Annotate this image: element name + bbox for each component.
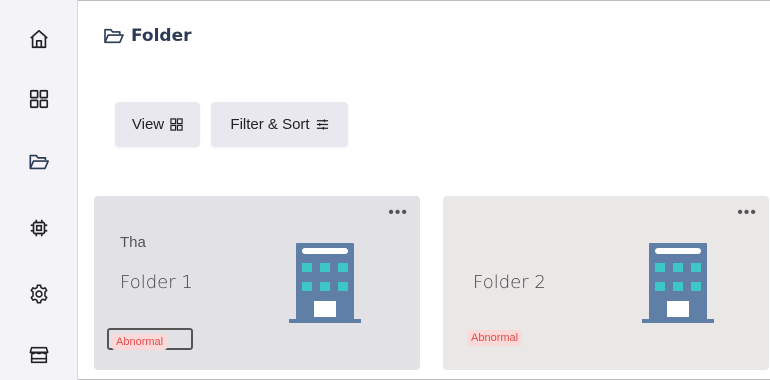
folder-name: Folder 2 xyxy=(473,272,546,293)
status-badge-wrap: Abnormal xyxy=(467,328,523,346)
main-content: Folder View Filter & Sort ••• Tha Folder… xyxy=(79,0,770,380)
home-icon[interactable] xyxy=(27,27,51,51)
building-icon xyxy=(642,243,714,323)
view-button[interactable]: View xyxy=(115,102,200,147)
status-badge-focus[interactable]: Abnormal xyxy=(107,328,193,350)
folder-icon[interactable] xyxy=(27,150,51,174)
more-options-icon[interactable]: ••• xyxy=(388,205,408,221)
folder-subtitle: Tha xyxy=(120,234,146,251)
folder-card[interactable]: ••• Folder 2 Abnormal xyxy=(443,196,769,370)
page-title: Folder xyxy=(131,26,192,46)
status-badge: Abnormal xyxy=(112,334,168,350)
view-button-label: View xyxy=(131,116,165,133)
filter-sort-label: Filter & Sort xyxy=(230,116,310,133)
status-badge: Abnormal xyxy=(467,330,523,346)
filter-sort-button[interactable]: Filter & Sort xyxy=(211,102,348,147)
breadcrumb: Folder xyxy=(103,26,192,46)
grid-icon xyxy=(170,118,183,131)
store-icon[interactable] xyxy=(27,343,51,367)
folder-name: Folder 1 xyxy=(120,272,193,293)
gear-icon[interactable] xyxy=(27,282,51,306)
folder-card[interactable]: ••• Tha Folder 1 Abnormal xyxy=(94,196,420,370)
more-options-icon[interactable]: ••• xyxy=(737,205,757,221)
sliders-icon xyxy=(316,119,328,130)
folder-icon xyxy=(104,28,124,44)
sidebar xyxy=(0,0,78,380)
chip-icon[interactable] xyxy=(27,216,51,240)
building-icon xyxy=(289,243,361,323)
grid-icon[interactable] xyxy=(27,87,51,111)
